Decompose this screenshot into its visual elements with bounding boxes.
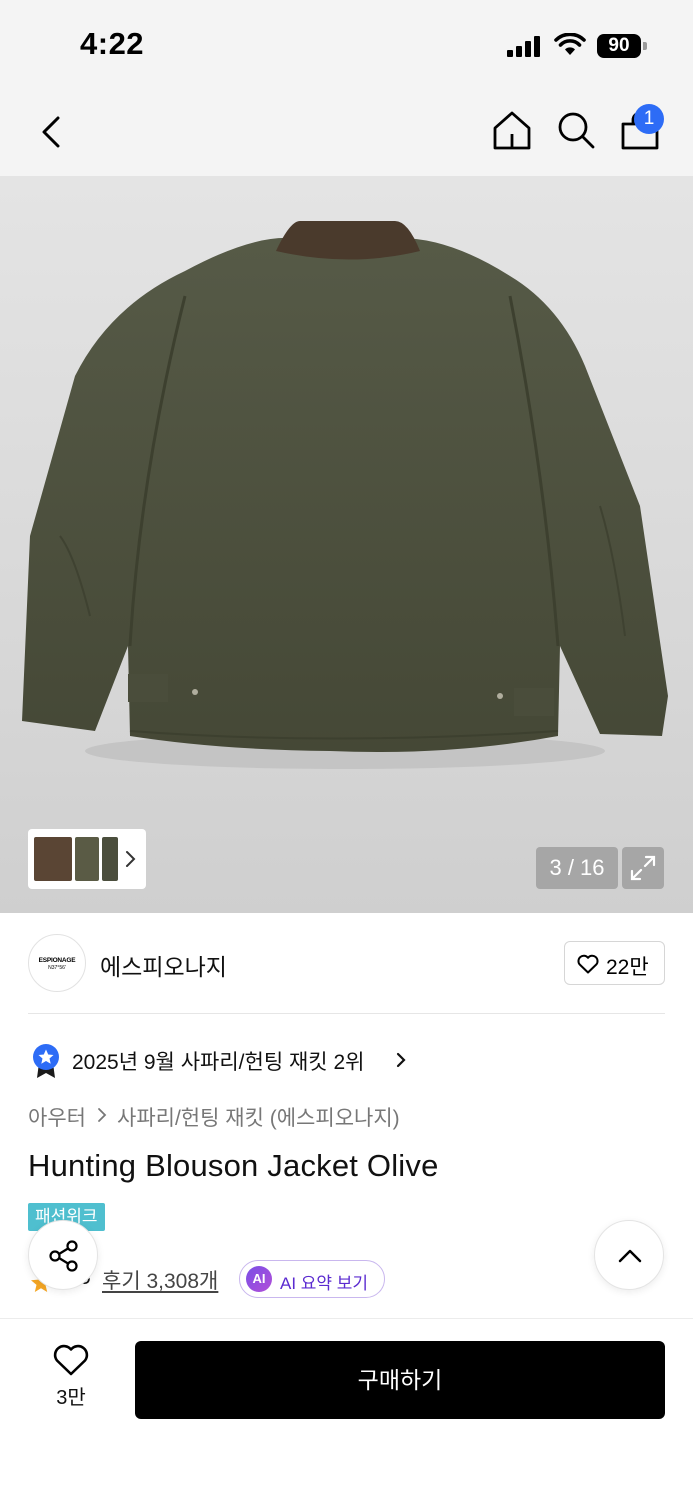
back-arrow-icon[interactable] <box>32 110 72 154</box>
review-count-link[interactable]: 후기 3,308개 <box>102 1265 218 1295</box>
battery-level: 90 <box>597 34 641 58</box>
thumbnail-image[interactable] <box>102 837 118 881</box>
search-icon[interactable] <box>554 108 598 152</box>
breadcrumb-category[interactable]: 아우터 <box>28 1102 86 1132</box>
cart-count-badge: 1 <box>634 104 664 134</box>
thumbnail-image[interactable] <box>34 837 72 881</box>
wishlist-button[interactable]: 3만 <box>40 1343 102 1415</box>
wishlist-count: 3만 <box>56 1387 86 1409</box>
brand-logo[interactable]: ESPIONAGE N37°56' <box>28 934 86 992</box>
breadcrumb-subcategory[interactable]: 사파리/헌팅 재킷 (에스피오나지) <box>117 1102 400 1132</box>
brand-like-button[interactable]: 22만 <box>564 941 665 985</box>
chevron-up-icon <box>618 1249 642 1263</box>
bottom-purchase-bar: 3만 구매하기 <box>0 1318 693 1500</box>
product-image-gallery[interactable]: 3 / 16 <box>0 176 693 913</box>
heart-icon <box>53 1344 89 1376</box>
chevron-right-icon <box>126 851 136 867</box>
brand-logo-text: ESPIONAGE <box>38 957 76 964</box>
brand-name[interactable]: 에스피오나지 <box>100 948 227 982</box>
share-icon <box>49 1240 78 1272</box>
cellular-signal-icon <box>507 35 543 57</box>
divider <box>28 1013 665 1014</box>
brand-like-count: 22만 <box>606 956 649 979</box>
ai-summary-label: AI 요약 보기 <box>280 1274 369 1293</box>
thumbnail-strip[interactable] <box>28 829 146 889</box>
image-counter: 3 / 16 <box>536 847 618 889</box>
scroll-to-top-button[interactable] <box>594 1220 664 1290</box>
ai-summary-button[interactable]: AI AI 요약 보기 <box>239 1260 385 1298</box>
heart-icon <box>577 954 599 974</box>
product-photo <box>22 221 668 769</box>
ai-icon: AI <box>246 1266 272 1292</box>
chevron-right-icon <box>98 1108 107 1122</box>
chevron-right-icon[interactable] <box>394 1050 408 1070</box>
buy-button[interactable]: 구매하기 <box>135 1341 665 1419</box>
home-icon[interactable] <box>490 108 534 152</box>
status-time: 4:22 <box>80 26 145 61</box>
thumbnail-image[interactable] <box>75 837 99 881</box>
wifi-icon <box>554 33 586 55</box>
expand-button[interactable] <box>622 847 664 889</box>
product-title: Hunting Blouson Jacket Olive <box>28 1148 439 1183</box>
brand-logo-subtext: N37°56' <box>48 965 66 971</box>
ranking-medal-icon <box>33 1044 59 1078</box>
top-nav-bar <box>0 88 693 176</box>
share-button[interactable] <box>28 1220 98 1290</box>
expand-icon <box>630 855 656 881</box>
battery-icon: 90 <box>597 34 647 58</box>
status-bar: 4:22 90 <box>0 0 693 88</box>
ranking-text[interactable]: 2025년 9월 사파리/헌팅 재킷 2위 <box>72 1046 364 1076</box>
